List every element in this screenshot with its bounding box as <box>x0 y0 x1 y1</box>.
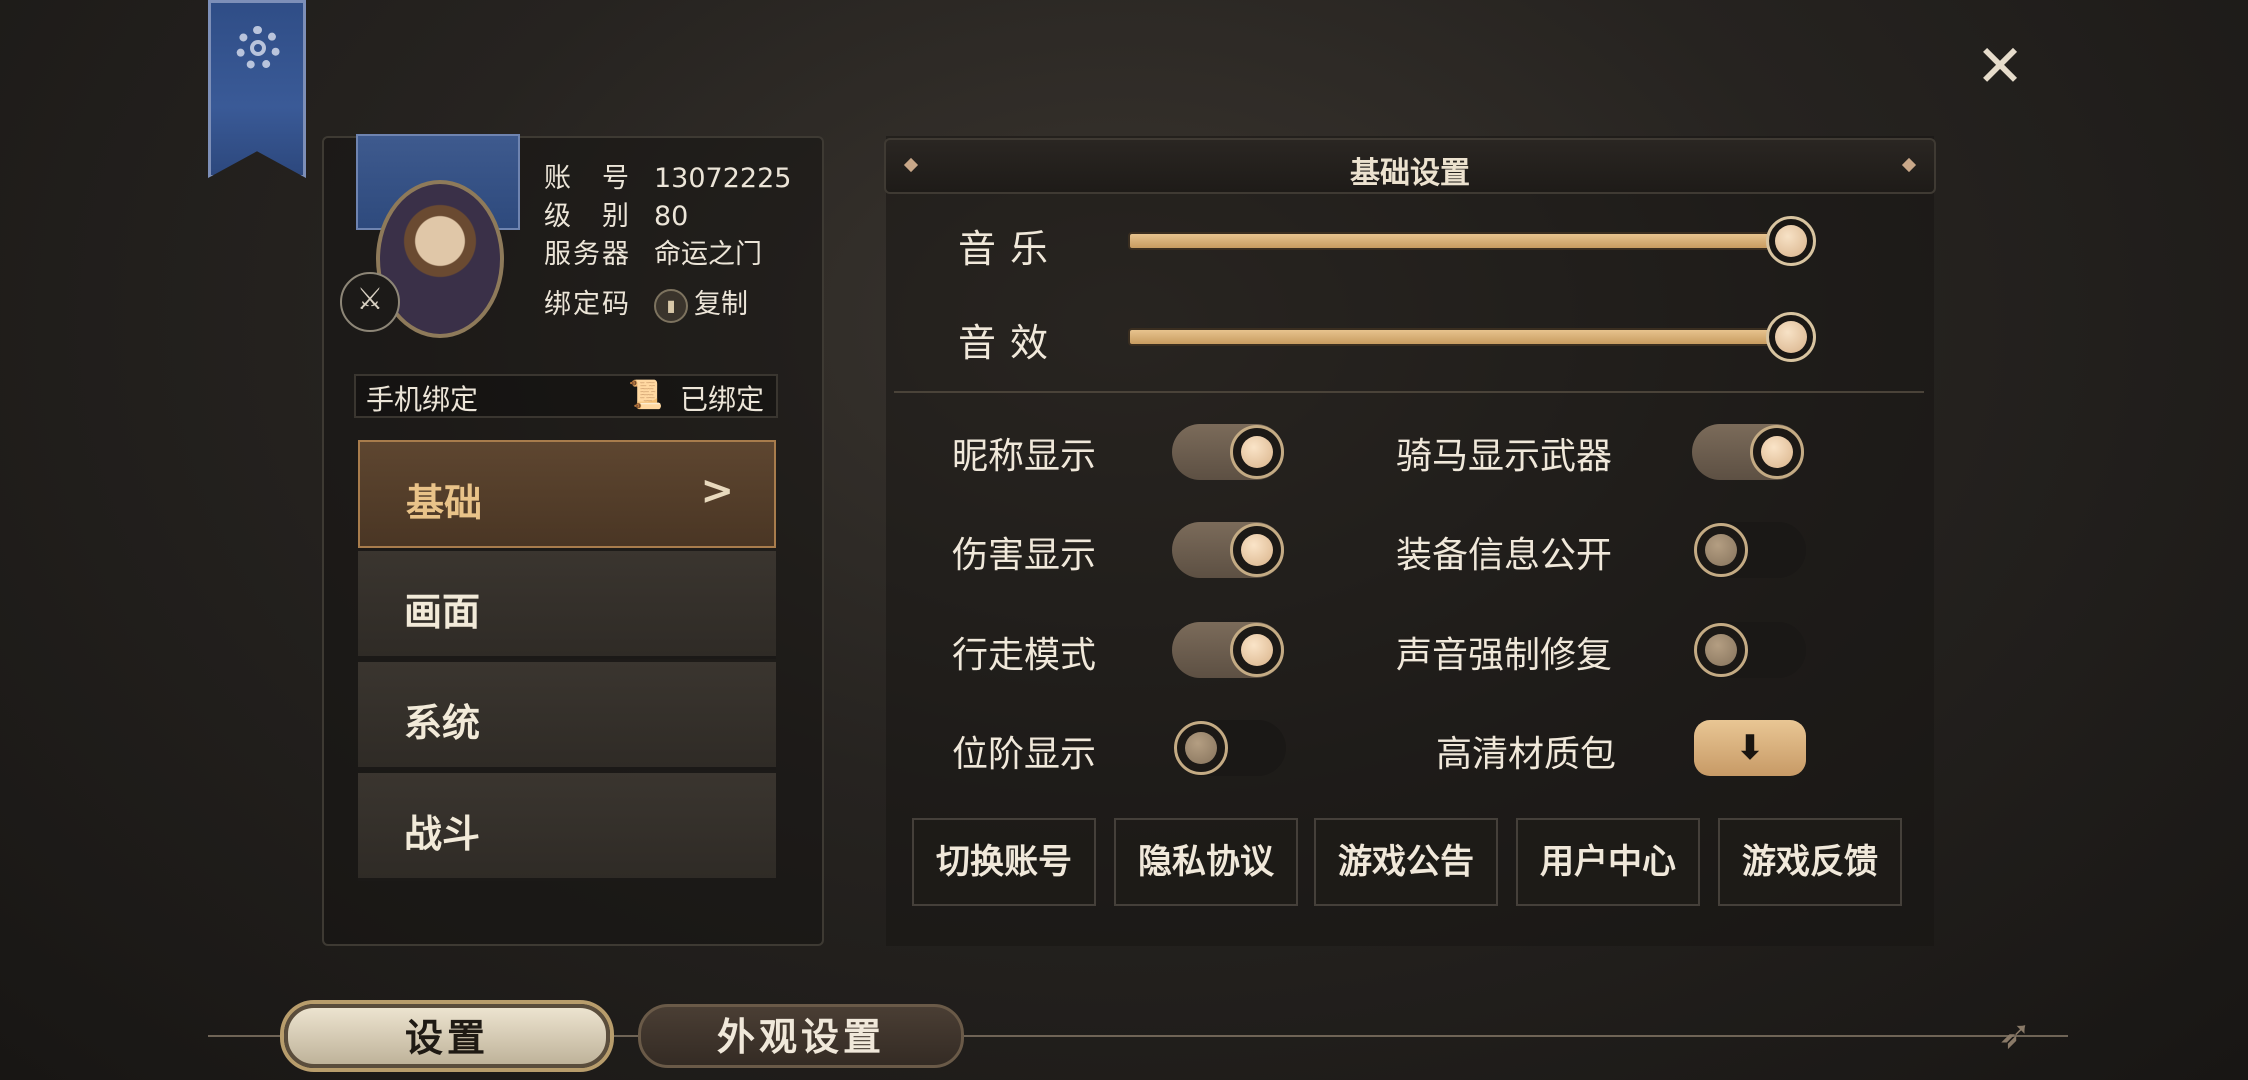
music-slider-track[interactable] <box>1130 234 1792 248</box>
damage-display-toggle[interactable] <box>1172 522 1284 578</box>
copy-label: 复制 <box>694 289 748 320</box>
account-label: 账 号 <box>544 163 631 194</box>
phone-binding-status: 已绑定 <box>680 383 765 416</box>
menu-item-combat[interactable]: 战斗 <box>358 773 776 881</box>
copy-button[interactable]: ▮ 复制 <box>654 288 748 323</box>
section-title: 基础设置 <box>1350 156 1470 191</box>
close-icon[interactable]: ✕ <box>1970 36 2030 96</box>
level-value: 80 <box>654 201 689 232</box>
rank-display-toggle[interactable] <box>1174 720 1286 776</box>
bow-class-icon: ⚔ <box>340 272 400 332</box>
music-slider-knob[interactable] <box>1766 216 1816 266</box>
account-row: 账 号 13072225 <box>544 156 791 195</box>
toggle-knob <box>1174 721 1228 775</box>
mount-weapon-display-toggle[interactable] <box>1692 424 1804 480</box>
equipment-public-label: 装备信息公开 <box>1396 535 1613 576</box>
privacy-policy-button[interactable]: 隐私协议 <box>1114 818 1298 906</box>
menu-item-label: 画面 <box>404 589 481 634</box>
music-slider-label: 音乐 <box>958 227 1063 271</box>
menu-item-label: 基础 <box>406 480 483 525</box>
bind-code-row: 绑定码 ▮ 复制 <box>544 282 748 323</box>
server-row: 服务器 命运之门 <box>544 232 762 271</box>
copy-icon: ▮ <box>654 288 688 323</box>
download-button[interactable]: ⬇ <box>1694 720 1806 776</box>
sfx-slider-knob[interactable] <box>1766 312 1816 362</box>
damage-display-label: 伤害显示 <box>952 535 1097 576</box>
phone-binding-label: 手机绑定 <box>366 383 479 416</box>
tab-settings[interactable]: 设置 <box>284 1004 610 1068</box>
tab-appearance-settings[interactable]: 外观设置 <box>638 1004 964 1068</box>
bind-code-label: 绑定码 <box>544 289 631 320</box>
menu-item-basic[interactable]: 基础 > <box>358 440 776 548</box>
phone-binding-row[interactable]: 手机绑定 📜 已绑定 <box>354 374 778 418</box>
menu-item-label: 战斗 <box>404 811 481 856</box>
toggle-knob <box>1694 623 1748 677</box>
menu-item-system[interactable]: 系统 <box>358 662 776 770</box>
level-label: 级 别 <box>544 201 631 232</box>
sfx-slider-track[interactable] <box>1130 330 1792 344</box>
toggle-knob <box>1230 425 1284 479</box>
arrow-ornament-icon: ➶ <box>1998 1012 2032 1058</box>
nickname-display-label: 昵称显示 <box>952 436 1097 477</box>
toggle-knob <box>1750 425 1804 479</box>
walk-mode-toggle[interactable] <box>1172 622 1284 678</box>
sound-fix-label: 声音强制修复 <box>1396 635 1613 676</box>
walk-mode-label: 行走模式 <box>952 635 1097 676</box>
game-announcement-button[interactable]: 游戏公告 <box>1314 818 1498 906</box>
toggle-knob <box>1230 523 1284 577</box>
server-label: 服务器 <box>544 239 631 270</box>
game-feedback-button[interactable]: 游戏反馈 <box>1718 818 1902 906</box>
switch-account-button[interactable]: 切换账号 <box>912 818 1096 906</box>
account-value: 13072225 <box>654 163 792 194</box>
gear-icon <box>236 26 280 70</box>
toggle-knob <box>1694 523 1748 577</box>
level-row: 级 别 80 <box>544 194 688 233</box>
divider <box>894 391 1924 393</box>
equipment-public-toggle[interactable] <box>1694 522 1806 578</box>
server-value: 命运之门 <box>654 239 762 270</box>
chevron-right-icon: > <box>700 468 734 514</box>
sfx-slider-label: 音效 <box>958 321 1063 365</box>
mount-weapon-display-label: 骑马显示武器 <box>1396 436 1613 477</box>
sound-fix-toggle[interactable] <box>1694 622 1806 678</box>
download-icon: ⬇ <box>1735 728 1765 768</box>
user-center-button[interactable]: 用户中心 <box>1516 818 1700 906</box>
nickname-display-toggle[interactable] <box>1172 424 1284 480</box>
menu-item-graphics[interactable]: 画面 <box>358 551 776 659</box>
menu-item-label: 系统 <box>404 700 481 745</box>
scroll-icon: 📜 <box>628 378 663 411</box>
toggle-knob <box>1230 623 1284 677</box>
section-header: 基础设置 <box>884 138 1936 194</box>
hd-texture-pack-label: 高清材质包 <box>1436 734 1617 775</box>
rank-display-label: 位阶显示 <box>952 734 1097 775</box>
